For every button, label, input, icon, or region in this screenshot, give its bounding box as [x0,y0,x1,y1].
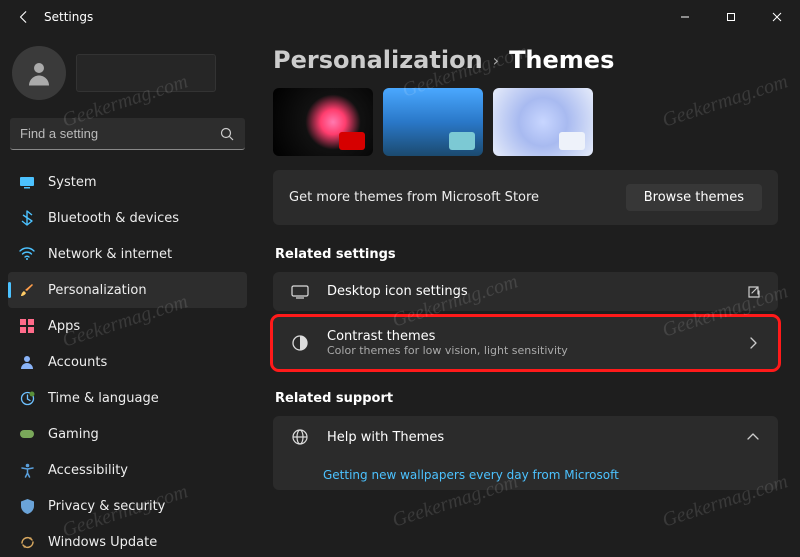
window-title: Settings [44,10,93,24]
shield-icon [18,497,36,515]
nav-label: Personalization [48,283,147,298]
tile-title: Help with Themes [327,430,444,445]
nav-label: System [48,175,96,190]
nav-network[interactable]: Network & internet [8,236,247,272]
search [10,118,245,150]
browse-themes-button[interactable]: Browse themes [626,184,762,211]
tile-title: Contrast themes [327,329,568,344]
window-controls [662,0,800,34]
globe-icon [289,428,311,446]
close-button[interactable] [754,0,800,34]
nav-label: Bluetooth & devices [48,211,179,226]
nav-personalization[interactable]: Personalization [8,272,247,308]
titlebar: Settings [0,0,800,34]
store-row: Get more themes from Microsoft Store Bro… [273,170,778,225]
wifi-icon [18,245,36,263]
chevron-right-icon: › [493,51,499,70]
chevron-right-icon [744,337,762,349]
contrast-themes-tile[interactable]: Contrast themes Color themes for low vis… [273,317,778,369]
accessibility-icon [18,461,36,479]
nav-bluetooth[interactable]: Bluetooth & devices [8,200,247,236]
person-icon [18,353,36,371]
theme-card-1[interactable] [273,88,373,156]
search-icon [219,126,235,142]
store-text: Get more themes from Microsoft Store [289,190,539,205]
nav-windows-update[interactable]: Windows Update [8,524,247,557]
nav-list: System Bluetooth & devices Network & int… [8,164,247,557]
theme-card-2[interactable] [383,88,483,156]
nav-system[interactable]: System [8,164,247,200]
breadcrumb-parent[interactable]: Personalization [273,46,483,74]
tile-subtitle: Color themes for low vision, light sensi… [327,344,568,357]
minimize-button[interactable] [662,0,708,34]
nav-label: Accessibility [48,463,128,478]
nav-accessibility[interactable]: Accessibility [8,452,247,488]
nav-label: Network & internet [48,247,172,262]
theme-card-3[interactable] [493,88,593,156]
breadcrumb-current: Themes [509,46,614,74]
clock-icon [18,389,36,407]
nav-gaming[interactable]: Gaming [8,416,247,452]
support-link[interactable]: Getting new wallpapers every day from Mi… [273,458,778,490]
help-with-themes-tile[interactable]: Help with Themes [273,416,778,458]
nav-time[interactable]: Time & language [8,380,247,416]
nav-label: Apps [48,319,80,334]
gaming-icon [18,425,36,443]
system-icon [18,173,36,191]
nav-accounts[interactable]: Accounts [8,344,247,380]
theme-previews [273,88,778,156]
nav-apps[interactable]: Apps [8,308,247,344]
back-button[interactable] [10,10,38,24]
apps-icon [18,317,36,335]
brush-icon [18,281,36,299]
avatar [12,46,66,100]
bluetooth-icon [18,209,36,227]
search-input[interactable] [10,118,245,150]
desktop-icon-settings-tile[interactable]: Desktop icon settings [273,272,778,311]
maximize-button[interactable] [708,0,754,34]
related-support-header: Related support [275,391,778,406]
external-link-icon [744,285,762,299]
desktop-icon [289,285,311,299]
update-icon [18,533,36,551]
chevron-up-icon [744,433,762,441]
nav-label: Privacy & security [48,499,165,514]
profile-block[interactable] [8,40,247,114]
related-settings-header: Related settings [275,247,778,262]
nav-label: Windows Update [48,535,157,550]
nav-label: Gaming [48,427,99,442]
breadcrumb: Personalization › Themes [273,38,778,88]
nav-label: Time & language [48,391,159,406]
tile-title: Desktop icon settings [327,284,468,299]
contrast-icon [289,334,311,352]
nav-privacy[interactable]: Privacy & security [8,488,247,524]
sidebar: System Bluetooth & devices Network & int… [0,34,255,557]
profile-name-box [76,54,216,92]
nav-label: Accounts [48,355,107,370]
content: Personalization › Themes Get more themes… [255,34,800,557]
